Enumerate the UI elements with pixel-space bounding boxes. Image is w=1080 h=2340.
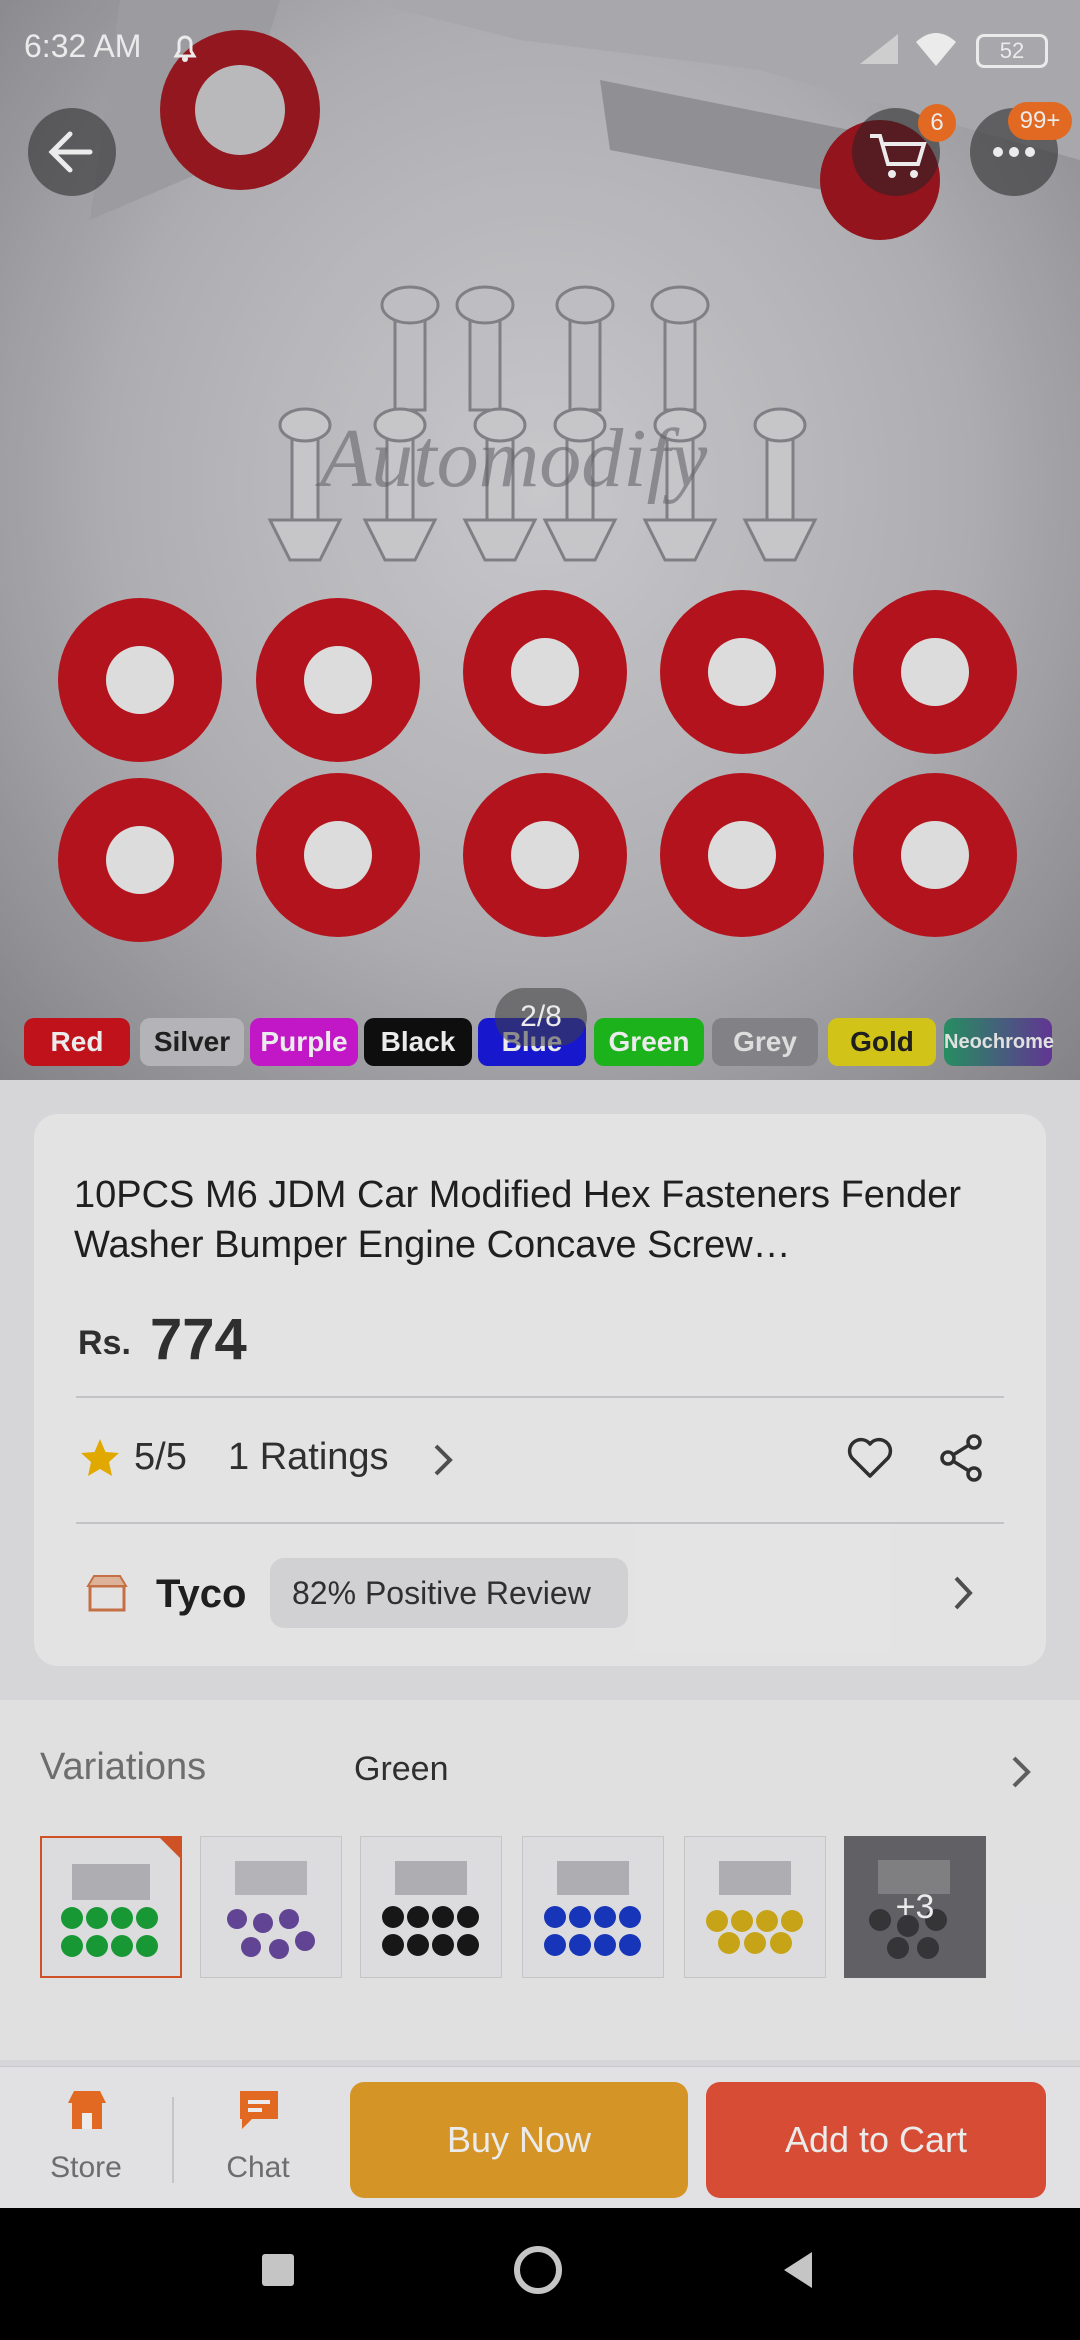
store-tab[interactable]: Store bbox=[28, 2077, 144, 2197]
chip-gold[interactable]: Gold bbox=[828, 1018, 936, 1066]
price-currency: Rs. bbox=[78, 1324, 131, 1362]
storefront-icon bbox=[68, 2091, 106, 2129]
product-gallery[interactable]: Automodify 6:32 AM 52 6 99+ Red Silver P… bbox=[0, 0, 1080, 1080]
variations-section[interactable]: Variations Green +3 bbox=[0, 1700, 1080, 2060]
more-variations-count: +3 bbox=[895, 1888, 935, 1926]
variation-thumb-gold[interactable] bbox=[684, 1836, 826, 1978]
store-icon bbox=[84, 1572, 130, 1614]
divider bbox=[76, 1396, 1004, 1398]
chip-grey[interactable]: Grey bbox=[712, 1018, 818, 1066]
notification-bell-icon bbox=[168, 30, 202, 64]
chip-purple[interactable]: Purple bbox=[250, 1018, 358, 1066]
rating-score: 5/5 bbox=[134, 1436, 187, 1478]
bottom-action-bar: Store Chat Buy Now Add to Cart bbox=[0, 2066, 1080, 2209]
watermark-text: Automodify bbox=[320, 412, 708, 505]
battery-icon: 52 bbox=[976, 34, 1048, 68]
wishlist-heart-icon[interactable] bbox=[844, 1432, 896, 1484]
variation-thumb-more[interactable]: +3 bbox=[844, 1836, 986, 1978]
system-navigation-bar bbox=[0, 2208, 1080, 2340]
chip-silver[interactable]: Silver bbox=[140, 1018, 244, 1066]
variation-thumb-neochrome[interactable] bbox=[200, 1836, 342, 1978]
recents-square-icon[interactable] bbox=[262, 2254, 294, 2286]
status-time: 6:32 AM bbox=[24, 28, 142, 64]
variations-chevron-icon[interactable] bbox=[1006, 1752, 1036, 1792]
chevron-right-icon bbox=[428, 1440, 458, 1480]
variation-thumb-blue[interactable] bbox=[522, 1836, 664, 1978]
variation-thumb-green[interactable] bbox=[40, 1836, 182, 1978]
back-button[interactable] bbox=[28, 108, 116, 196]
buy-now-button[interactable]: Buy Now bbox=[350, 2082, 688, 2198]
wifi-icon bbox=[912, 28, 960, 68]
home-circle-icon[interactable] bbox=[514, 2246, 562, 2294]
back-triangle-icon[interactable] bbox=[780, 2248, 816, 2292]
ratings-count-link[interactable]: 1 Ratings bbox=[228, 1436, 389, 1479]
store-name[interactable]: Tyco bbox=[156, 1572, 246, 1617]
variation-selected: Green bbox=[354, 1750, 449, 1788]
positive-review-pill: 82% Positive Review bbox=[270, 1558, 628, 1628]
chat-tab[interactable]: Chat bbox=[200, 2077, 316, 2197]
add-to-cart-button[interactable]: Add to Cart bbox=[706, 2082, 1046, 2198]
chip-red[interactable]: Red bbox=[24, 1018, 130, 1066]
star-icon bbox=[78, 1436, 122, 1480]
variations-label: Variations bbox=[40, 1746, 207, 1788]
variation-thumb-black[interactable] bbox=[360, 1836, 502, 1978]
divider bbox=[172, 2097, 174, 2183]
image-pager: 2/8 bbox=[495, 988, 587, 1046]
share-icon[interactable] bbox=[936, 1432, 988, 1484]
chip-green[interactable]: Green bbox=[594, 1018, 704, 1066]
store-tab-label: Store bbox=[50, 2151, 122, 2184]
chat-tab-label: Chat bbox=[226, 2151, 290, 2184]
chip-neochrome[interactable]: Neochrome bbox=[944, 1018, 1054, 1066]
product-info-card: 10PCS M6 JDM Car Modified Hex Fasteners … bbox=[34, 1114, 1046, 1666]
divider bbox=[76, 1522, 1004, 1524]
chat-bubble-icon bbox=[240, 2091, 278, 2129]
store-chevron-icon[interactable] bbox=[948, 1572, 978, 1614]
chip-black[interactable]: Black bbox=[364, 1018, 472, 1066]
back-arrow-icon bbox=[48, 131, 93, 173]
more-count-badge: 99+ bbox=[1008, 102, 1072, 140]
cart-count-badge: 6 bbox=[918, 104, 956, 142]
signal-icon bbox=[856, 30, 902, 66]
price-value: 774 bbox=[150, 1307, 247, 1372]
positive-review-text: 82% Positive Review bbox=[292, 1575, 591, 1611]
product-title: 10PCS M6 JDM Car Modified Hex Fasteners … bbox=[74, 1174, 961, 1266]
